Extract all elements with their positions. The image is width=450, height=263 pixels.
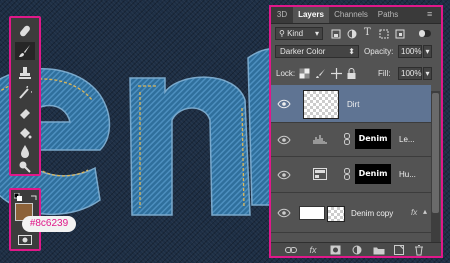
history-brush-icon[interactable] bbox=[15, 84, 35, 102]
filter-toggle[interactable] bbox=[419, 30, 431, 37]
new-adjustment-layer-icon[interactable] bbox=[351, 245, 363, 255]
link-chain-icon[interactable] bbox=[344, 133, 350, 145]
tab-layers[interactable]: Layers bbox=[293, 7, 329, 23]
fill-value: 100% bbox=[401, 69, 422, 78]
layers-panel: 3D Layers Channels Paths ≡ ⚲ Kind ▾ T Dar… bbox=[269, 5, 443, 258]
blend-mode-select[interactable]: Darker Color ⬍ bbox=[275, 45, 359, 58]
chevron-down-icon: ▾ bbox=[314, 29, 319, 38]
opacity-value: 100% bbox=[401, 47, 422, 56]
dodge-icon[interactable] bbox=[15, 158, 35, 176]
panel-menu-icon[interactable]: ≡ bbox=[427, 10, 432, 19]
link-chain-icon[interactable] bbox=[344, 168, 350, 180]
new-layer-icon[interactable] bbox=[393, 245, 405, 255]
filter-smart-object-icon[interactable] bbox=[395, 29, 405, 39]
layer-thumbnail-denim-copy bbox=[299, 206, 325, 220]
layer-mask-thumbnail: Denim bbox=[355, 164, 391, 184]
filter-pixel-icon[interactable] bbox=[331, 29, 341, 39]
layers-bottom-toolbar: fx bbox=[271, 242, 441, 256]
swap-colors-icon[interactable] bbox=[30, 193, 38, 201]
tab-paths[interactable]: Paths bbox=[373, 7, 403, 23]
lock-all-icon[interactable] bbox=[347, 68, 356, 79]
layer-row-denim-copy[interactable]: Denim copy fx ▴ bbox=[271, 193, 431, 233]
visibility-eye-icon[interactable] bbox=[277, 208, 291, 218]
panel-tab-bar: 3D Layers Channels Paths ≡ bbox=[271, 7, 441, 24]
tab-3d[interactable]: 3D bbox=[273, 7, 291, 23]
layer-row-levels[interactable]: Denim Le... bbox=[271, 123, 431, 157]
layer-name-dirt: Dirt bbox=[347, 100, 360, 109]
filter-kind-label: Kind bbox=[287, 29, 304, 38]
tools-panel bbox=[9, 16, 41, 176]
paint-bucket-icon[interactable] bbox=[15, 124, 35, 142]
layer-mask-thumbnail: Denim bbox=[355, 129, 391, 149]
tab-channels[interactable]: Channels bbox=[331, 7, 371, 23]
layer-thumbnail-dirt bbox=[303, 90, 339, 119]
lock-transparent-pixels-icon[interactable] bbox=[299, 68, 310, 79]
levels-adjustment-icon bbox=[313, 135, 327, 144]
brush-icon[interactable] bbox=[15, 42, 35, 60]
filter-adjustment-icon[interactable] bbox=[347, 29, 357, 39]
add-mask-icon[interactable] bbox=[329, 245, 341, 255]
opacity-input[interactable]: 100% bbox=[398, 45, 422, 58]
layer-name-hue-saturation: Hu... bbox=[399, 170, 416, 179]
layer-thumbnail-transparent bbox=[327, 206, 345, 222]
expand-effects-icon[interactable]: ▴ bbox=[423, 207, 427, 216]
link-layers-icon[interactable] bbox=[285, 245, 297, 255]
eraser-icon[interactable] bbox=[15, 104, 35, 122]
letter-n-shape bbox=[129, 76, 251, 216]
fill-input[interactable]: 100% bbox=[398, 67, 422, 80]
layers-scrollbar[interactable] bbox=[431, 91, 440, 243]
filter-kind-select[interactable]: ⚲ Kind ▾ bbox=[275, 27, 323, 40]
opacity-dropdown-button[interactable]: ▾ bbox=[423, 45, 432, 58]
color-hex-label: #8c6239 bbox=[22, 216, 76, 232]
visibility-eye-icon[interactable] bbox=[277, 170, 291, 180]
blend-mode-value: Darker Color bbox=[280, 47, 326, 56]
layer-effects-icon[interactable]: fx bbox=[411, 208, 417, 217]
lock-label: Lock: bbox=[276, 69, 296, 78]
visibility-eye-icon[interactable] bbox=[277, 135, 291, 145]
layer-row-dirt[interactable]: Dirt bbox=[271, 85, 431, 123]
lock-position-icon[interactable] bbox=[331, 68, 342, 79]
layer-name-levels: Le... bbox=[399, 135, 415, 144]
visibility-eye-icon[interactable] bbox=[277, 99, 291, 109]
fill-label: Fill: bbox=[378, 69, 391, 78]
default-colors-icon[interactable] bbox=[14, 193, 22, 201]
layer-name-denim-copy: Denim copy bbox=[351, 209, 394, 218]
delete-layer-icon[interactable] bbox=[413, 244, 425, 255]
scrollbar-thumb[interactable] bbox=[432, 93, 439, 213]
lock-image-pixels-icon[interactable] bbox=[315, 68, 326, 79]
search-icon: ⚲ bbox=[279, 29, 288, 38]
opacity-label: Opacity: bbox=[364, 47, 394, 56]
fill-dropdown-button[interactable]: ▾ bbox=[423, 67, 432, 80]
layer-row-hue-saturation[interactable]: Denim Hu... bbox=[271, 157, 431, 193]
add-layer-style-icon[interactable]: fx bbox=[307, 245, 319, 255]
hue-saturation-adjustment-icon bbox=[313, 168, 327, 180]
chevron-updown-icon: ⬍ bbox=[348, 47, 355, 56]
spot-healing-brush-icon[interactable] bbox=[15, 22, 35, 40]
new-group-icon[interactable] bbox=[373, 245, 385, 255]
quick-mask-icon[interactable] bbox=[18, 235, 32, 245]
filter-type-icon[interactable]: T bbox=[364, 27, 371, 38]
clone-stamp-icon[interactable] bbox=[15, 64, 35, 82]
filter-shape-icon[interactable] bbox=[379, 29, 389, 39]
